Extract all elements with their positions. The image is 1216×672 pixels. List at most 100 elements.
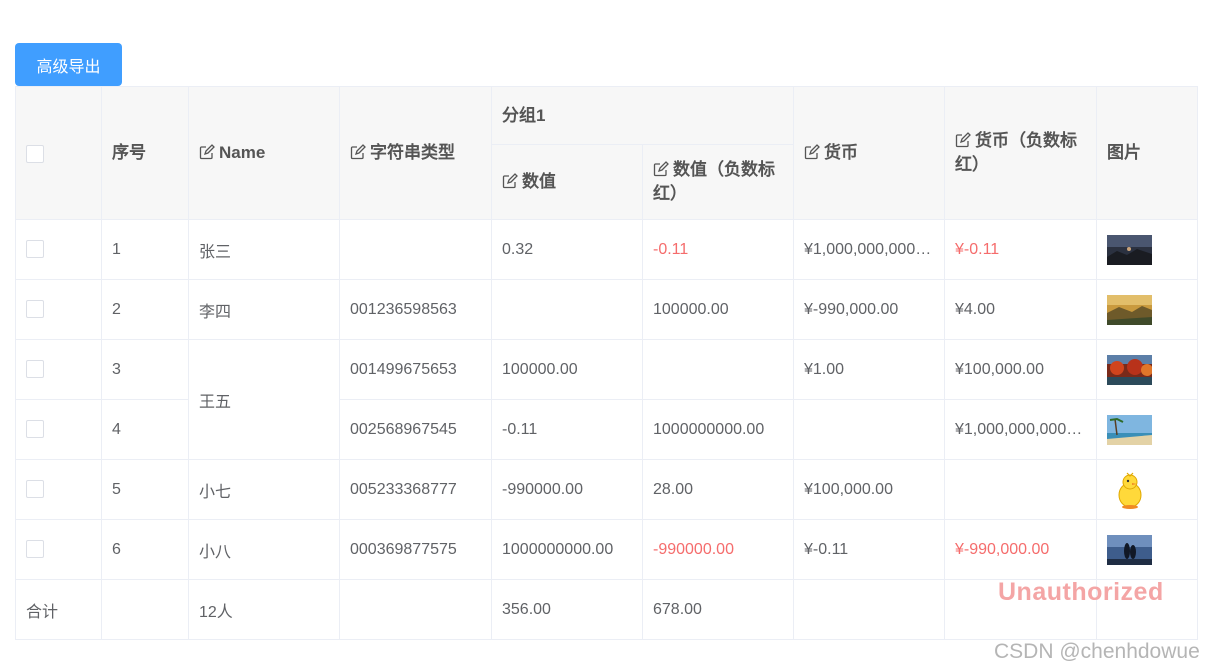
cell-currency: ¥100,000.00: [793, 459, 945, 520]
cell-currency-neg-red: ¥4.00: [944, 279, 1097, 340]
csdn-watermark: CSDN @chenhdowue: [994, 640, 1200, 663]
select-all-checkbox[interactable]: [26, 144, 44, 163]
edit-icon: [653, 161, 669, 177]
cell-number-neg-red: 28.00: [642, 459, 794, 520]
cell-currency: ¥-990,000.00: [793, 279, 945, 340]
cell-string-type: [339, 219, 492, 280]
edit-icon: [804, 144, 820, 160]
header-seq: 序号: [101, 86, 189, 220]
header-number[interactable]: 数值: [491, 144, 643, 220]
row-checkbox[interactable]: [26, 360, 44, 379]
row-select-cell[interactable]: [15, 279, 102, 340]
cell-seq: 1: [101, 219, 189, 280]
beach-image[interactable]: [1107, 414, 1152, 445]
cell-name: 李四: [188, 279, 340, 340]
autumn-landscape-image[interactable]: [1107, 354, 1152, 385]
row-checkbox[interactable]: [26, 480, 44, 499]
cell-name-merged: 王五: [188, 339, 340, 460]
cell-number-neg-red: -990000.00: [642, 519, 794, 580]
edit-icon: [955, 132, 971, 148]
cell-currency: [793, 399, 945, 460]
cell-currency: ¥-0.11: [793, 519, 945, 580]
cell-number-neg-red: 100000.00: [642, 279, 794, 340]
cell-number: 0.32: [491, 219, 643, 280]
header-string-type[interactable]: 字符串类型: [339, 86, 492, 220]
cell-number: -0.11: [491, 399, 643, 460]
cell-currency-neg-red: ¥100,000.00: [944, 339, 1097, 400]
row-select-cell[interactable]: [15, 339, 102, 400]
cell-number: 1000000000.00: [491, 519, 643, 580]
data-table: 序号 Name 字符串类型 分组1 货币 货币（负数标红） 图片 数值 数值（负…: [15, 86, 1198, 640]
summary-seq: [101, 579, 189, 640]
row-select-cell[interactable]: [15, 519, 102, 580]
header-name[interactable]: Name: [188, 86, 340, 220]
cell-number: 100000.00: [491, 339, 643, 400]
cell-image: [1096, 459, 1198, 520]
cell-number-neg-red: 1000000000.00: [642, 399, 794, 460]
cell-currency: ¥1.00: [793, 339, 945, 400]
cell-currency-neg-red: ¥-990,000.00: [944, 519, 1097, 580]
table-row: 2 李四 001236598563 100000.00 ¥-990,000.00…: [15, 279, 1198, 340]
cell-string-type: 005233368777: [339, 459, 492, 520]
header-number-neg-red-label: 数值（负数标红）: [653, 160, 775, 203]
row-checkbox[interactable]: [26, 540, 44, 559]
row-select-cell[interactable]: [15, 459, 102, 520]
cell-image: [1096, 219, 1198, 280]
cell-string-type: 001499675653: [339, 339, 492, 400]
cell-image: [1096, 399, 1198, 460]
yellow-duck-image[interactable]: [1115, 470, 1145, 510]
header-currency-neg-red[interactable]: 货币（负数标红）: [944, 86, 1097, 220]
cell-name: 小八: [188, 519, 340, 580]
cell-string-type: 001236598563: [339, 279, 492, 340]
cell-seq: 5: [101, 459, 189, 520]
header-currency[interactable]: 货币: [793, 86, 945, 220]
cell-name: 张三: [188, 219, 340, 280]
summary-currency: [793, 579, 945, 640]
cell-number: -990000.00: [491, 459, 643, 520]
cell-name: 小七: [188, 459, 340, 520]
cell-currency-neg-red: [944, 459, 1097, 520]
row-checkbox[interactable]: [26, 420, 44, 439]
select-all-cell[interactable]: [15, 86, 102, 220]
header-string-type-label: 字符串类型: [370, 143, 455, 162]
edit-icon: [350, 144, 366, 160]
summary-label: 合计: [15, 579, 102, 640]
row-checkbox[interactable]: [26, 240, 44, 259]
edit-icon: [502, 173, 518, 189]
cell-image: [1096, 279, 1198, 340]
night-couple-image[interactable]: [1107, 534, 1152, 565]
cell-currency-neg-red: ¥-0.11: [944, 219, 1097, 280]
unauthorized-watermark: Unauthorized: [998, 578, 1164, 606]
cell-currency: ¥1,000,000,000.00: [793, 219, 945, 280]
table-row: 5 小七 005233368777 -990000.00 28.00 ¥100,…: [15, 459, 1198, 520]
summary-number: 356.00: [491, 579, 643, 640]
header-name-label: Name: [219, 143, 266, 162]
cell-seq: 3: [101, 339, 189, 400]
summary-name: 12人: [188, 579, 340, 640]
landscape-dark-image[interactable]: [1107, 234, 1152, 265]
advanced-export-button[interactable]: 高级导出: [15, 43, 122, 86]
table-row: 3 王五 001499675653 100000.00 ¥1.00 ¥100,0…: [15, 339, 1198, 460]
cell-number-neg-red: -0.11: [642, 219, 794, 280]
cell-currency-neg-red: ¥1,000,000,000.00: [944, 399, 1097, 460]
cell-number: [491, 279, 643, 340]
header-number-label: 数值: [522, 172, 556, 191]
cell-seq: 4: [101, 399, 189, 460]
header-group1: 分组1: [491, 86, 794, 145]
landscape-golden-image[interactable]: [1107, 294, 1152, 325]
row-select-cell[interactable]: [15, 219, 102, 280]
cell-image: [1096, 519, 1198, 580]
cell-image: [1096, 339, 1198, 400]
cell-number-neg-red: [642, 339, 794, 400]
header-number-neg-red[interactable]: 数值（负数标红）: [642, 144, 794, 220]
table-row: 6 小八 000369877575 1000000000.00 -990000.…: [15, 519, 1198, 580]
row-checkbox[interactable]: [26, 300, 44, 319]
cell-string-type: 002568967545: [339, 399, 492, 460]
cell-string-type: 000369877575: [339, 519, 492, 580]
header-image: 图片: [1096, 86, 1198, 220]
summary-string-type: [339, 579, 492, 640]
header-currency-label: 货币: [824, 143, 858, 162]
table-row: 1 张三 0.32 -0.11 ¥1,000,000,000.00 ¥-0.11: [15, 219, 1198, 280]
cell-seq: 2: [101, 279, 189, 340]
row-select-cell[interactable]: [15, 399, 102, 460]
